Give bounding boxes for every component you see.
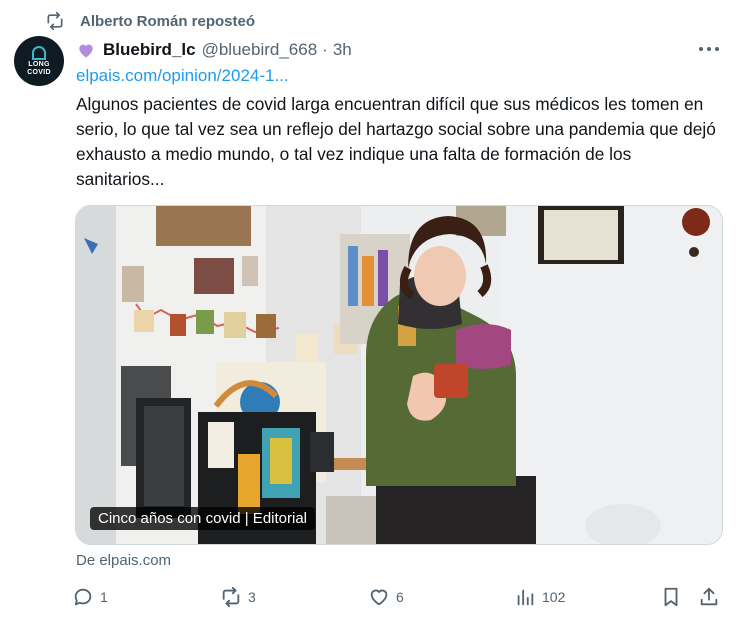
repost-label: Alberto Román reposteó bbox=[80, 12, 256, 30]
share-icon bbox=[698, 586, 720, 608]
display-name[interactable]: Bluebird_lc bbox=[103, 40, 196, 60]
separator-dot: · bbox=[322, 40, 328, 59]
reply-button[interactable]: 1 bbox=[72, 582, 108, 612]
card-caption: Cinco años con covid | Editorial bbox=[90, 507, 316, 530]
user-handle[interactable]: @bluebird_668 bbox=[202, 40, 318, 60]
article-link[interactable]: elpais.com/opinion/2024-1... bbox=[76, 66, 289, 86]
card-source[interactable]: De elpais.com bbox=[76, 552, 171, 569]
tweet-text: Algunos pacientes de covid larga encuent… bbox=[76, 94, 716, 189]
avatar[interactable]: LONG COVID bbox=[14, 36, 64, 86]
action-bar: 1 3 6 102 bbox=[66, 582, 726, 612]
tweet-header: Bluebird_lc @bluebird_668 · 3h bbox=[76, 38, 352, 62]
link-card-image[interactable]: Cinco años con covid | Editorial bbox=[75, 205, 723, 545]
article-photo bbox=[76, 206, 722, 544]
like-count: 6 bbox=[396, 589, 404, 605]
repost-button[interactable]: 3 bbox=[220, 582, 256, 612]
timestamp[interactable]: 3h bbox=[333, 40, 352, 60]
bookmark-icon bbox=[660, 586, 682, 608]
share-button[interactable] bbox=[698, 582, 720, 612]
repost-icon bbox=[220, 586, 242, 608]
heart-icon bbox=[368, 586, 390, 608]
avatar-text-line2: COVID bbox=[27, 68, 51, 76]
awareness-ribbon-icon bbox=[32, 45, 46, 60]
reply-count: 1 bbox=[100, 589, 108, 605]
more-dots-icon bbox=[699, 47, 719, 51]
views-button[interactable]: 102 bbox=[514, 582, 565, 612]
like-button[interactable]: 6 bbox=[368, 582, 404, 612]
views-chart-icon bbox=[514, 586, 536, 608]
bookmark-button[interactable] bbox=[660, 582, 682, 612]
avatar-text-line1: LONG bbox=[28, 60, 50, 68]
repost-header[interactable]: Alberto Román reposteó bbox=[44, 10, 255, 32]
purple-heart-icon bbox=[79, 44, 93, 58]
repost-count: 3 bbox=[248, 589, 256, 605]
repost-icon bbox=[44, 10, 66, 32]
reply-icon bbox=[72, 586, 94, 608]
views-count: 102 bbox=[542, 589, 566, 605]
more-options-button[interactable] bbox=[694, 36, 724, 62]
